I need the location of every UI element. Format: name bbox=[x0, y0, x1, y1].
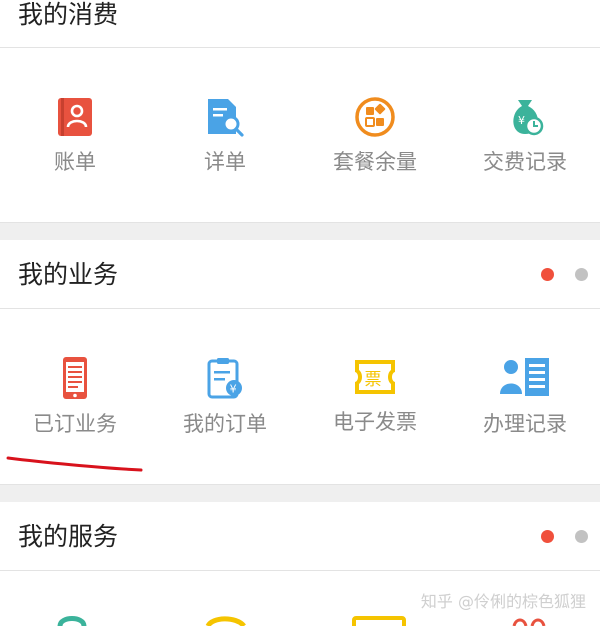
payment-record-button[interactable]: ¥ 交费记录 bbox=[450, 96, 600, 173]
divider bbox=[0, 308, 600, 309]
bill-icon bbox=[58, 98, 92, 136]
svg-text:¥: ¥ bbox=[230, 383, 237, 396]
section-title-services: 我的服务 bbox=[18, 522, 119, 551]
subscribed-business-button[interactable]: 已订业务 bbox=[0, 356, 150, 435]
handling-record-label: 办理记录 bbox=[483, 412, 567, 436]
divider bbox=[0, 47, 600, 48]
service-icon-yellow bbox=[205, 616, 246, 626]
services-header: 我的服务 bbox=[0, 502, 600, 570]
payment-record-icon: ¥ bbox=[513, 100, 544, 136]
page-indicator-inactive[interactable] bbox=[575, 268, 588, 281]
package-balance-label: 套餐余量 bbox=[333, 150, 417, 174]
service-icon-yellow-box bbox=[352, 616, 406, 626]
svg-text:¥: ¥ bbox=[518, 114, 525, 127]
subscribed-business-label: 已订业务 bbox=[33, 412, 117, 436]
business-header: 我的业务 bbox=[0, 240, 600, 308]
detail-button[interactable]: 详单 bbox=[150, 96, 300, 173]
detail-label: 详单 bbox=[204, 150, 246, 174]
handling-record-button[interactable]: 办理记录 bbox=[450, 356, 600, 435]
detail-search-icon bbox=[208, 99, 244, 137]
section-title-business: 我的业务 bbox=[18, 260, 119, 289]
e-invoice-button[interactable]: 票 电子发票 bbox=[300, 356, 450, 433]
order-icon: ¥ bbox=[207, 358, 242, 399]
bill-button[interactable]: 账单 bbox=[0, 96, 150, 173]
section-title-consumption: 我的消费 bbox=[18, 0, 119, 29]
service-icon-red bbox=[512, 618, 546, 626]
subscribed-phone-icon bbox=[63, 357, 87, 399]
package-balance-icon bbox=[355, 97, 395, 137]
my-order-button[interactable]: ¥ 我的订单 bbox=[150, 356, 300, 435]
bill-label: 账单 bbox=[54, 150, 96, 174]
page-indicator-inactive[interactable] bbox=[575, 530, 588, 543]
service-icon-green bbox=[57, 616, 87, 626]
e-invoice-label: 电子发票 bbox=[333, 410, 417, 434]
section-gap bbox=[0, 485, 600, 502]
e-invoice-icon: 票 bbox=[355, 360, 395, 394]
package-balance-button[interactable]: 套餐余量 bbox=[300, 96, 450, 173]
my-order-label: 我的订单 bbox=[183, 412, 267, 436]
watermark: 知乎 @伶俐的棕色狐狸 bbox=[420, 592, 586, 611]
page-indicator-active[interactable] bbox=[541, 530, 554, 543]
handling-record-icon bbox=[500, 358, 549, 396]
section-gap bbox=[0, 223, 600, 240]
payment-record-label: 交费记录 bbox=[483, 150, 567, 174]
page-indicator-active[interactable] bbox=[541, 268, 554, 281]
consumption-header: 我的消费 bbox=[0, 0, 600, 47]
svg-text:票: 票 bbox=[365, 370, 382, 390]
